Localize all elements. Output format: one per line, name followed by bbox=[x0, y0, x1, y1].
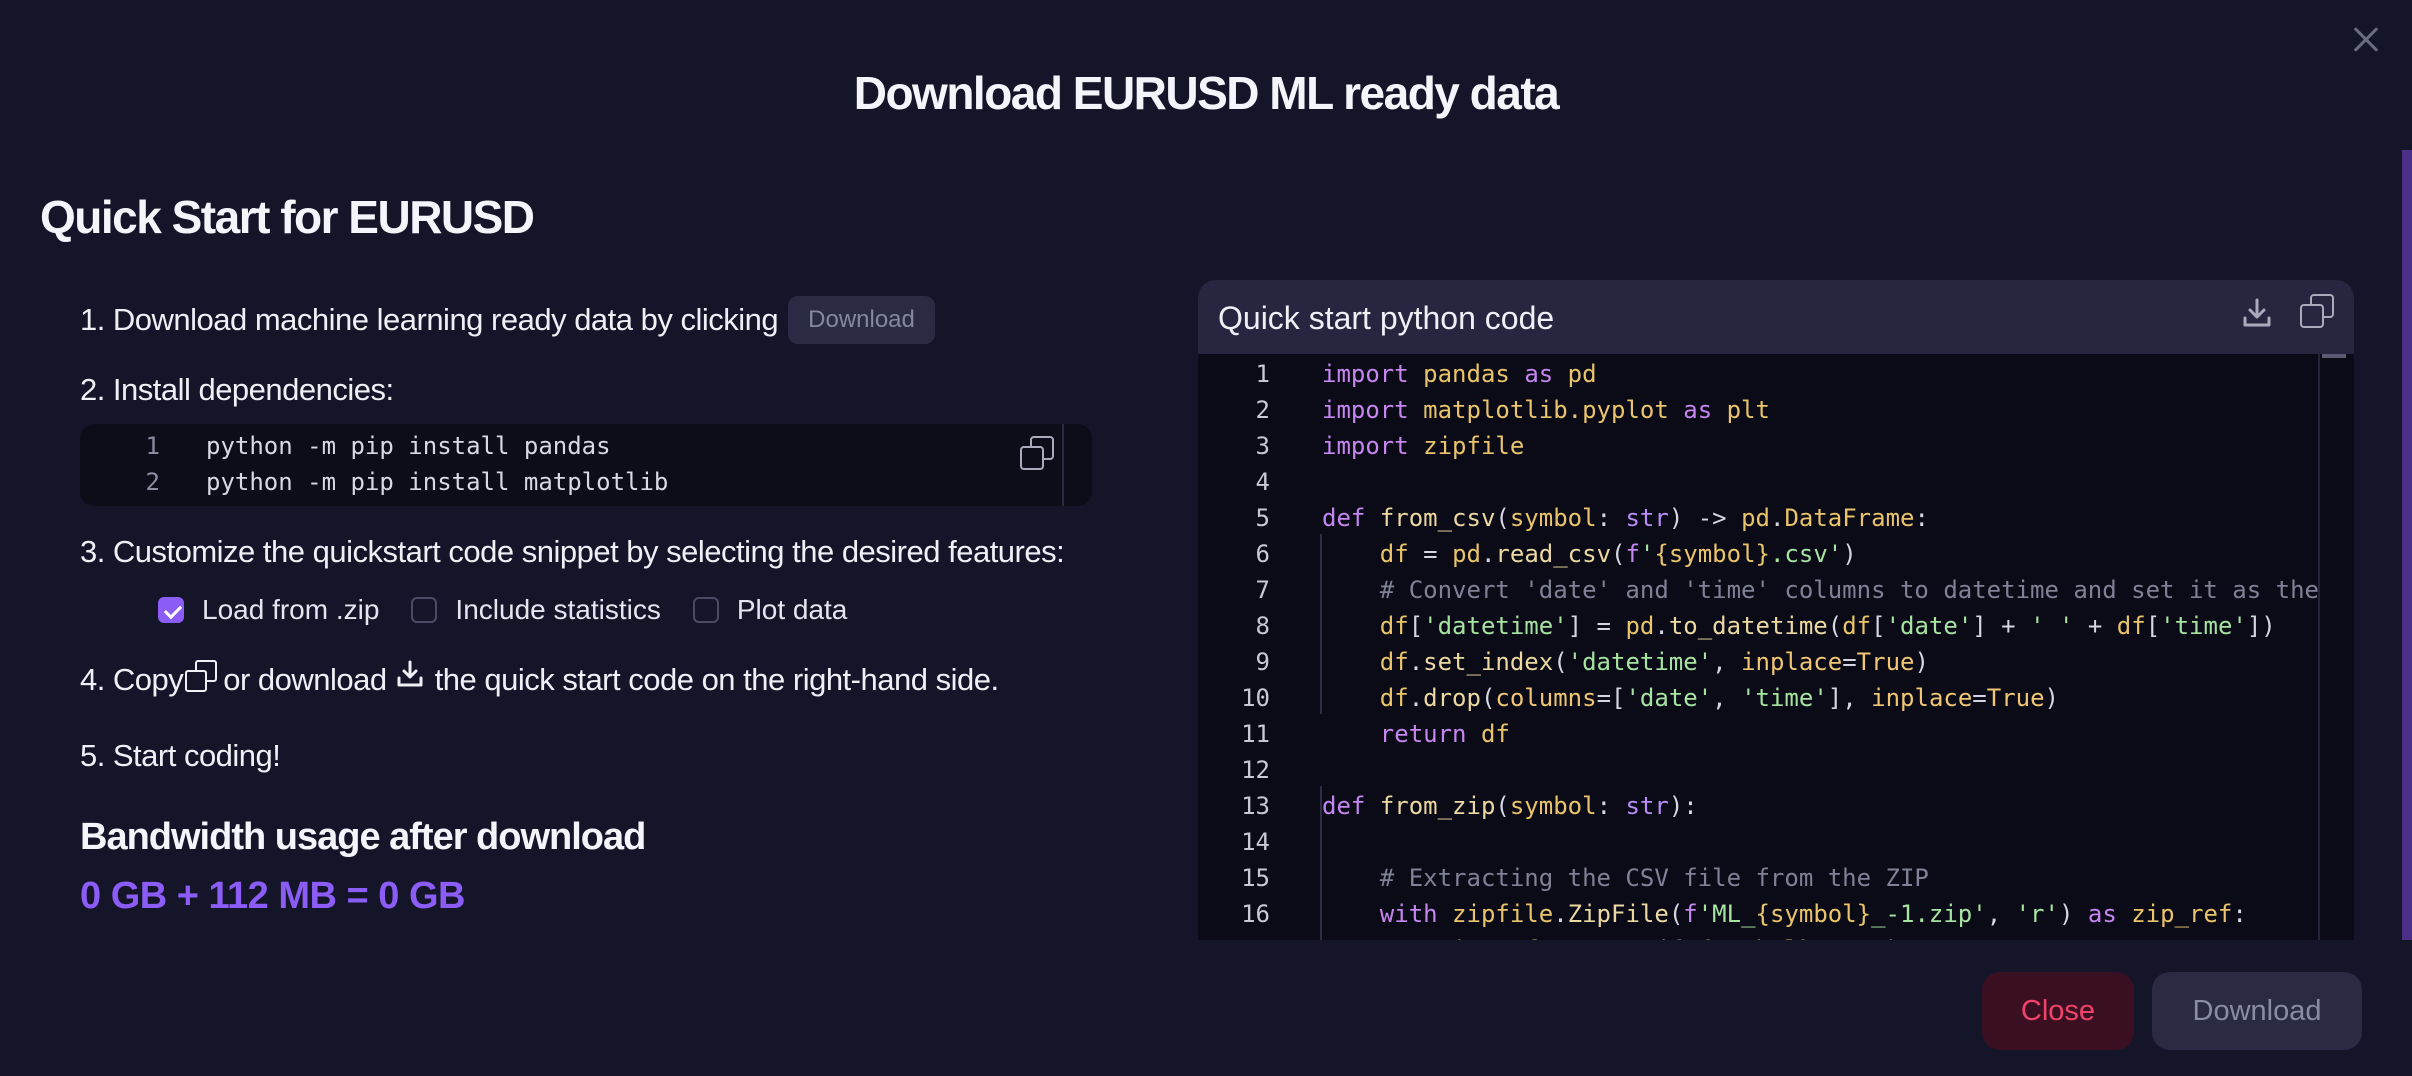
modal-title: Download EURUSD ML ready data bbox=[853, 67, 1560, 119]
step-4: 4. Copy or download the quick start code… bbox=[80, 654, 1150, 706]
scrollbar[interactable] bbox=[2402, 150, 2412, 940]
quick-start-section: Quick Start for EURUSD 1. Download machi… bbox=[40, 180, 1150, 940]
checkbox-plot-data[interactable]: Plot data bbox=[692, 594, 847, 626]
code-line: 17 zip_ref.extract(f'{symbol}.csv') bbox=[1198, 932, 2318, 940]
download-icon[interactable] bbox=[2240, 296, 2274, 330]
code-panel-title: Quick start python code bbox=[1218, 300, 1555, 336]
divider bbox=[1062, 424, 1064, 506]
code-line: 1 python -m pip install pandas bbox=[145, 432, 611, 460]
checkbox-load-zip[interactable]: Load from .zip bbox=[158, 594, 379, 626]
step-5: 5. Start coding! bbox=[80, 738, 281, 773]
step-1: 1. Download machine learning ready data … bbox=[80, 290, 1150, 350]
steps-list-cont: 3. Customize the quickstart code snippet… bbox=[80, 528, 1150, 782]
code-line: 9 df.set_index('datetime', inplace=True) bbox=[1255, 648, 1929, 676]
code-line: 11 return df bbox=[1241, 720, 1510, 748]
code-line: 8 df['datetime'] = pd.to_datetime(df['da… bbox=[1255, 612, 2276, 640]
dependencies-code-block: 1 python -m pip install pandas 2 python -m… bbox=[80, 424, 1092, 506]
inline-download-button[interactable]: Download bbox=[788, 296, 935, 344]
code-line: 3 import zipfile bbox=[1255, 432, 1525, 460]
bandwidth-values: 0 GB + 112 MB = 0 GB bbox=[80, 875, 465, 917]
code-line: 4 bbox=[1255, 468, 1270, 496]
checkbox-box[interactable] bbox=[411, 597, 438, 623]
feature-checkboxes: Load from .zip Include statistics Plot d… bbox=[158, 588, 1150, 632]
code-line: 2 import matplotlib.pyplot as plt bbox=[1255, 396, 1770, 424]
code-line: 13 def from_zip(symbol: str): bbox=[1241, 792, 1698, 820]
check-icon[interactable] bbox=[158, 597, 184, 623]
modal-close-icon[interactable] bbox=[2344, 18, 2388, 62]
code-line: 14 bbox=[1241, 828, 1270, 856]
code-line: 6 df = pd.read_csv(f'{symbol}.csv') bbox=[1255, 540, 1857, 568]
code-panel: Quick start python code 1 import pandas a… bbox=[1198, 280, 2354, 940]
bandwidth-heading: Bandwidth usage after download bbox=[80, 816, 646, 858]
code-scrollbar[interactable] bbox=[2318, 354, 2346, 940]
code-line: 5 def from_csv(symbol: str) -> pd.DataFra… bbox=[1255, 504, 1929, 532]
code-line: 2 python -m pip install matplotlib bbox=[145, 468, 669, 496]
code-line: 16 with zipfile.ZipFile(f'ML_{symbol}_-1… bbox=[1241, 900, 2247, 928]
step-2-text: Install dependencies: bbox=[112, 372, 394, 407]
python-code-editor[interactable]: 1 import pandas as pd 2 import matplotlib.… bbox=[1198, 354, 2318, 940]
code-line: 10 df.drop(columns=['date', 'time'], inp… bbox=[1241, 684, 2059, 712]
copy-icon[interactable] bbox=[2300, 294, 2334, 328]
step-3-text: Customize the quickstart code snippet by… bbox=[112, 534, 1065, 569]
copy-icon bbox=[185, 660, 218, 692]
download-icon bbox=[397, 660, 423, 687]
checkbox-include-statistics[interactable]: Include statistics bbox=[411, 594, 661, 626]
close-button[interactable]: Close bbox=[1982, 972, 2134, 1050]
step-1-text: Download machine learning ready data by … bbox=[112, 302, 779, 337]
download-button[interactable]: Download bbox=[2152, 972, 2362, 1050]
code-line: 15 # Extracting the CSV file from the ZI… bbox=[1241, 864, 1929, 892]
step-2: 2. Install dependencies: bbox=[80, 372, 394, 407]
step-3: 3. Customize the quickstart code snippet… bbox=[80, 534, 1065, 569]
checkbox-box[interactable] bbox=[692, 597, 719, 623]
steps-list: 1. Download machine learning ready data … bbox=[80, 290, 1150, 414]
code-line: 12 bbox=[1241, 756, 1270, 784]
code-line: 7 # Convert 'date' and 'time' columns to… bbox=[1255, 576, 2318, 604]
code-line: 1 import pandas as pd bbox=[1255, 360, 1597, 388]
code-panel-header: Quick start python code bbox=[1198, 280, 2354, 354]
step-5-text: Start coding! bbox=[112, 738, 281, 773]
copy-icon[interactable] bbox=[1020, 436, 1054, 470]
code-scrollbar-thumb[interactable] bbox=[2322, 354, 2346, 358]
quick-start-heading: Quick Start for EURUSD bbox=[40, 191, 535, 243]
